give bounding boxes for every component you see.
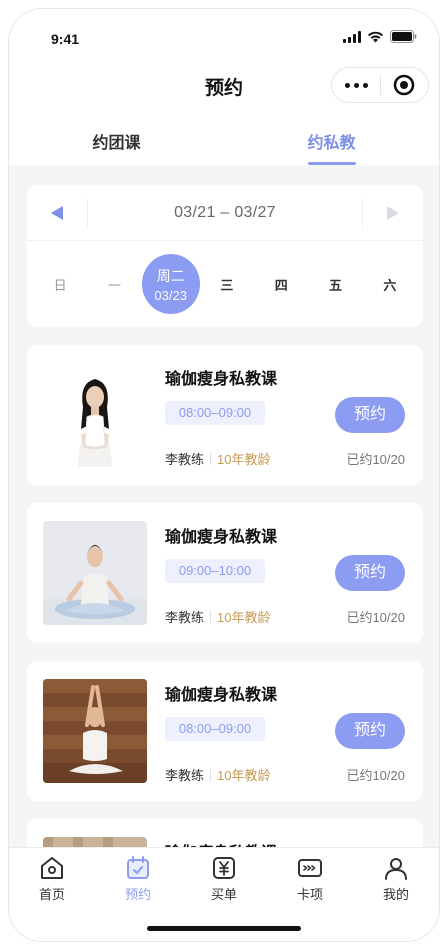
week-range: 03/21 – 03/27 — [87, 197, 363, 228]
day-label: 一 — [107, 277, 121, 293]
tabbar-item-booking[interactable]: 预约 — [95, 848, 181, 908]
bottom-tab-bar: 首页 预约 买单 卡项 我的 — [9, 847, 439, 941]
tabbar-item-pay[interactable]: 买单 — [181, 848, 267, 908]
week-header: 03/21 – 03/27 — [27, 185, 423, 241]
book-button[interactable]: 预约 — [335, 555, 405, 591]
prev-week-button[interactable] — [27, 185, 87, 241]
course-name: 瑜伽瘦身私教课 — [165, 371, 278, 388]
booked-count: 已约10/20 — [346, 452, 405, 467]
course-card[interactable]: 瑜伽瘦身私教课 09:00–10:00 预约 李教练 10年教龄 已约10/20 — [27, 503, 423, 643]
tabbar-item-cards[interactable]: 卡项 — [267, 848, 353, 908]
triangle-right-icon — [387, 205, 399, 220]
book-button[interactable]: 预约 — [335, 713, 405, 749]
home-icon — [41, 857, 63, 879]
course-name: 瑜伽瘦身私教课 — [165, 687, 278, 704]
phone-screen: 9:41 预约 约团课 约私教 03/21 – 03/27 日 一 周二 03/… — [8, 8, 440, 942]
course-time: 08:00–09:00 — [165, 717, 265, 741]
day-label: 周二 — [156, 267, 185, 284]
day-label: 五 — [329, 277, 343, 293]
course-time: 09:00–10:00 — [165, 559, 265, 583]
day-thursday[interactable]: 四 — [254, 254, 308, 314]
day-sunday[interactable]: 日 — [33, 254, 87, 314]
divider — [210, 452, 212, 465]
booking-tabs: 约团课 约私教 — [9, 109, 439, 165]
divider — [210, 610, 212, 623]
yuan-icon — [213, 857, 235, 879]
day-date: 03/23 — [154, 287, 187, 303]
card-icon — [298, 859, 322, 877]
target-icon[interactable] — [381, 74, 428, 96]
day-label: 四 — [274, 277, 288, 293]
coach-name: 李教练 — [165, 452, 205, 467]
day-label: 六 — [383, 277, 397, 293]
coach-name: 李教练 — [165, 610, 205, 625]
course-name: 瑜伽瘦身私教课 — [165, 529, 278, 546]
tabbar-label: 卡项 — [296, 887, 323, 902]
day-monday[interactable]: 一 — [87, 254, 141, 314]
day-wednesday[interactable]: 三 — [200, 254, 254, 314]
coach-photo — [43, 521, 147, 625]
nav-bar: 预约 — [9, 65, 439, 109]
day-tuesday-selected[interactable]: 周二 03/23 — [141, 254, 200, 314]
day-label: 日 — [53, 277, 67, 293]
tabbar-label: 预约 — [124, 887, 151, 902]
status-bar: 9:41 — [9, 9, 439, 65]
status-icons — [343, 30, 417, 43]
tabbar-label: 买单 — [210, 887, 237, 902]
signal-icon — [343, 30, 361, 43]
coach-experience: 10年教龄 — [217, 452, 271, 467]
coach-photo — [43, 679, 147, 783]
booked-count: 已约10/20 — [346, 768, 405, 783]
coach-info: 李教练 10年教龄 — [165, 765, 270, 784]
tabbar-label: 首页 — [38, 887, 65, 902]
coach-info: 李教练 10年教龄 — [165, 607, 270, 626]
more-dots-icon[interactable] — [332, 82, 380, 88]
booked-count: 已约10/20 — [346, 610, 405, 625]
triangle-left-icon — [51, 205, 63, 220]
status-time: 9:41 — [51, 31, 80, 47]
battery-icon — [390, 30, 417, 43]
day-saturday[interactable]: 六 — [363, 254, 417, 314]
tabbar-label: 我的 — [382, 887, 409, 902]
tabbar-item-home[interactable]: 首页 — [9, 848, 95, 908]
coach-info: 李教练 10年教龄 — [165, 449, 270, 468]
tab-private-coach[interactable]: 约私教 — [224, 109, 439, 165]
coach-experience: 10年教龄 — [217, 610, 271, 625]
home-indicator — [147, 926, 301, 931]
course-time: 08:00–09:00 — [165, 401, 265, 425]
book-button[interactable]: 预约 — [335, 397, 405, 433]
divider — [210, 768, 212, 781]
coach-name: 李教练 — [165, 768, 205, 783]
day-friday[interactable]: 五 — [308, 254, 362, 314]
tab-group-class[interactable]: 约团课 — [9, 109, 224, 165]
wifi-icon — [367, 31, 384, 43]
mini-program-capsule — [331, 67, 429, 103]
tabbar-item-profile[interactable]: 我的 — [353, 848, 439, 908]
course-card[interactable]: 瑜伽瘦身私教课 08:00–09:00 预约 李教练 10年教龄 已约10/20 — [27, 345, 423, 485]
day-label: 三 — [220, 277, 234, 293]
week-selector: 03/21 – 03/27 日 一 周二 03/23 三 四 五 六 — [27, 185, 423, 327]
user-icon — [385, 858, 407, 880]
calendar-icon — [127, 856, 149, 879]
coach-experience: 10年教龄 — [217, 768, 271, 783]
day-list: 日 一 周二 03/23 三 四 五 六 — [27, 241, 423, 327]
next-week-button[interactable] — [363, 185, 423, 241]
course-card[interactable]: 瑜伽瘦身私教课 08:00–09:00 预约 李教练 10年教龄 已约10/20 — [27, 661, 423, 801]
coach-photo — [43, 363, 147, 467]
